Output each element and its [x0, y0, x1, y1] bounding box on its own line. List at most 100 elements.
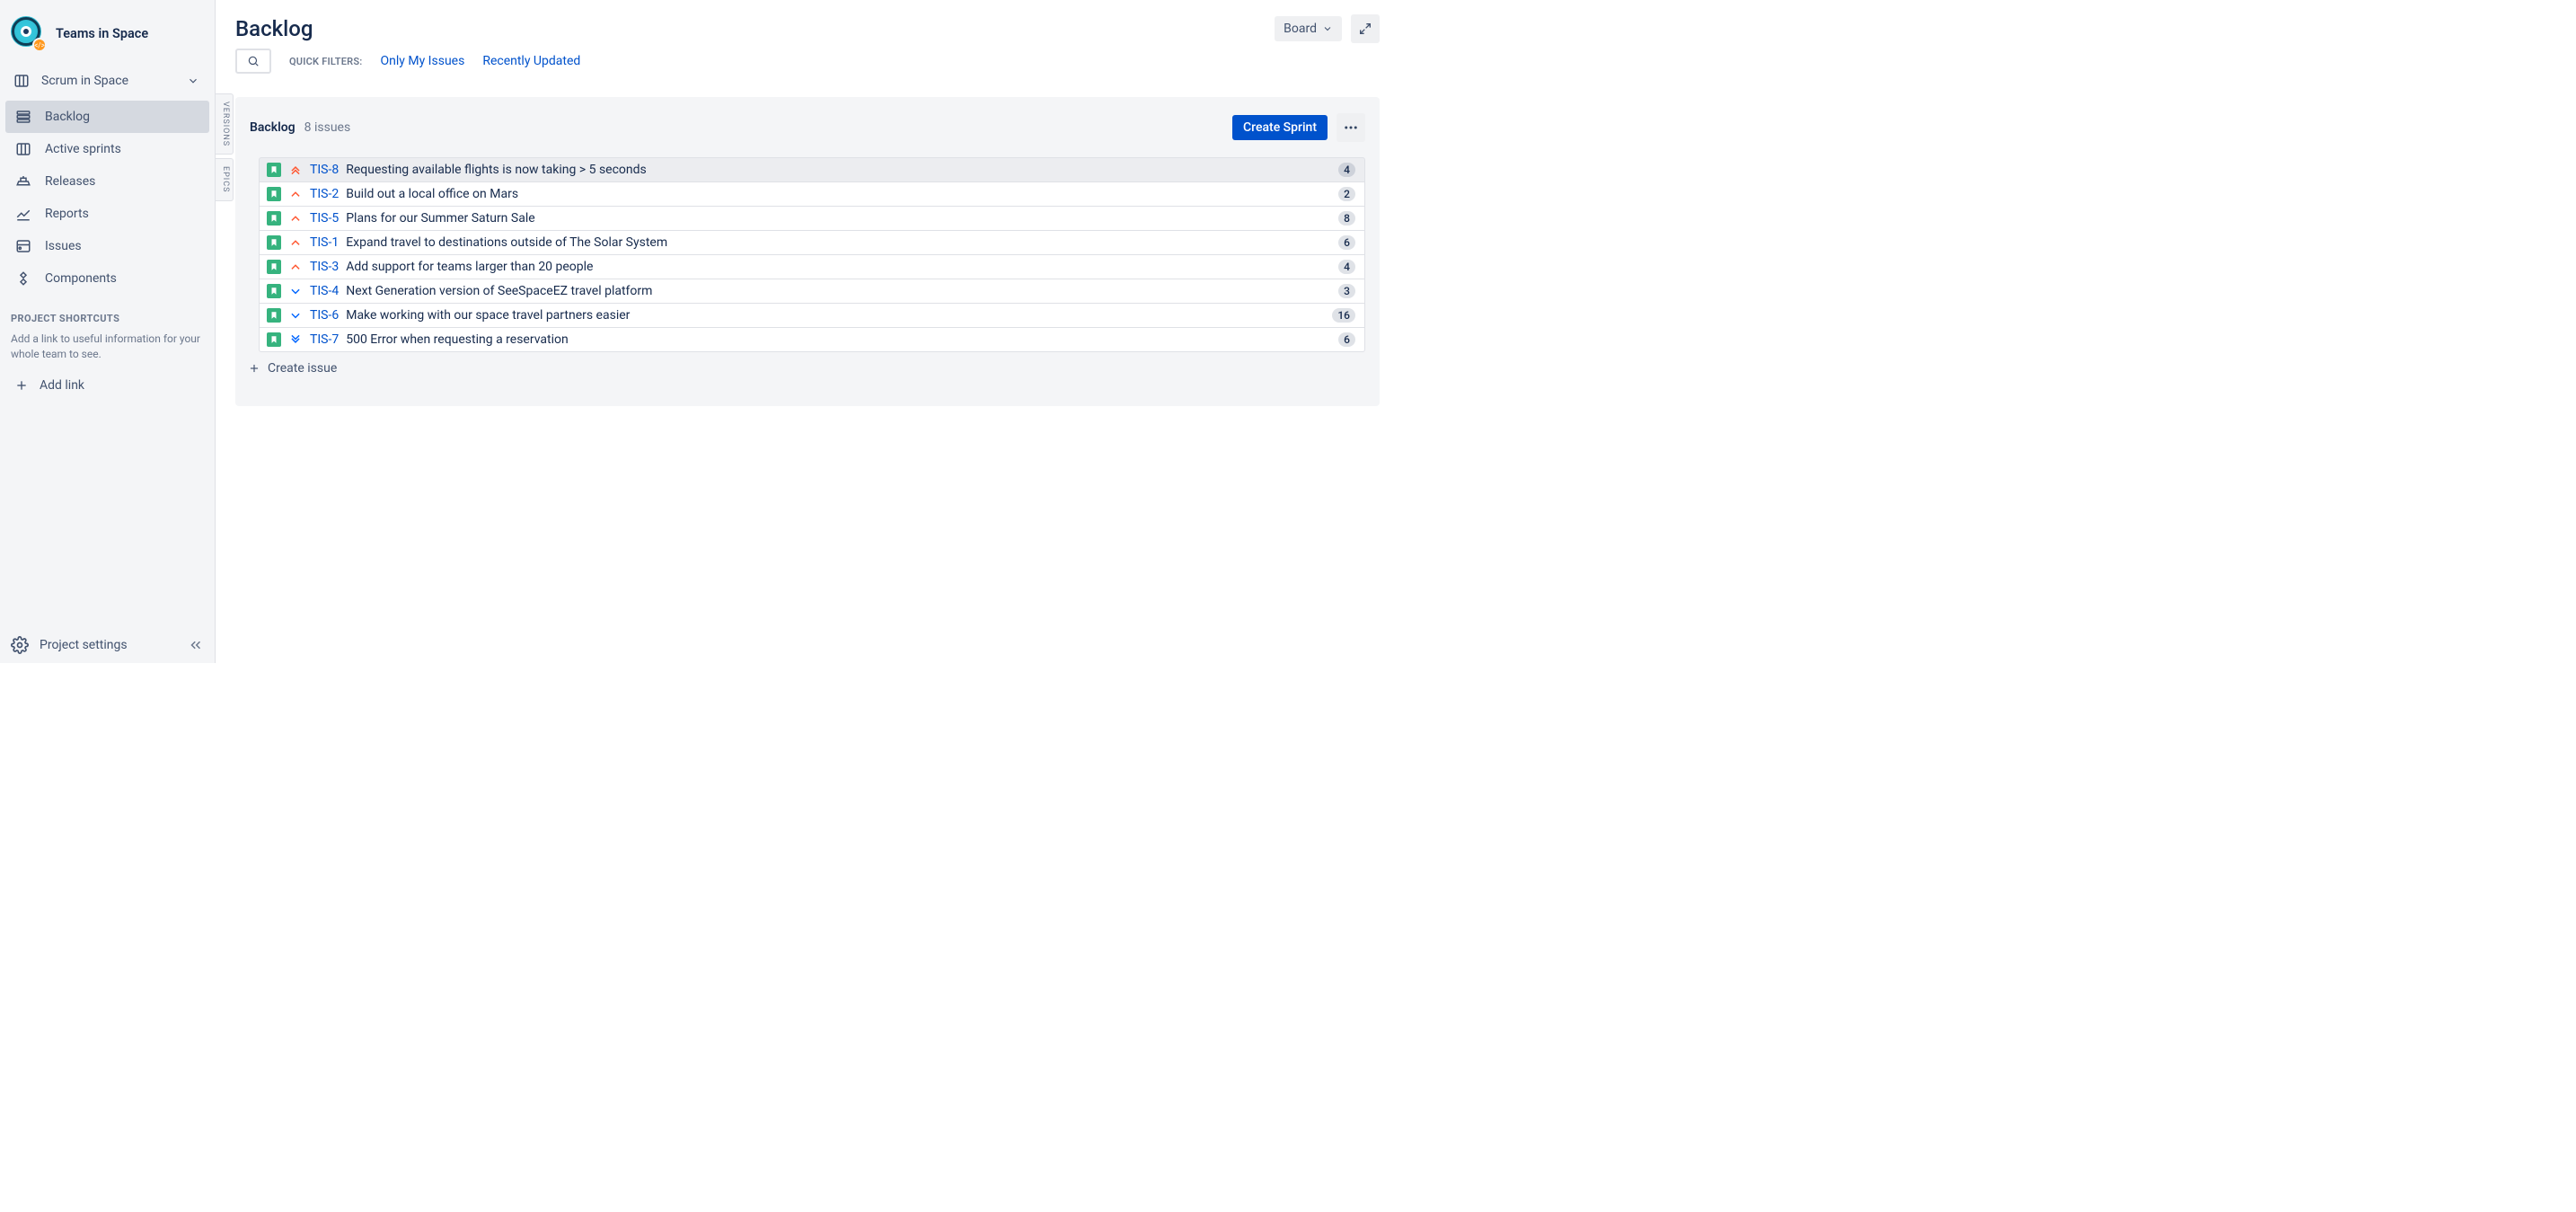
issue-row[interactable]: TIS-8 Requesting available flights is now… — [259, 157, 1365, 182]
issue-estimate: 4 — [1338, 163, 1355, 177]
create-sprint-button[interactable]: Create Sprint — [1232, 115, 1328, 140]
priority-high-icon — [288, 235, 303, 250]
chart-icon — [14, 205, 32, 223]
fullscreen-button[interactable] — [1351, 14, 1380, 43]
more-actions-button[interactable] — [1337, 113, 1365, 142]
board-icon — [13, 72, 31, 90]
add-link-button[interactable]: Add link — [4, 371, 211, 400]
create-issue-button[interactable]: Create issue — [248, 361, 1365, 376]
board-icon — [14, 140, 32, 158]
search-button[interactable] — [235, 49, 271, 74]
issue-row[interactable]: TIS-6 Make working with our space travel … — [259, 303, 1365, 328]
board-switcher[interactable]: Scrum in Space — [0, 63, 215, 99]
issue-summary: Make working with our space travel partn… — [346, 308, 1325, 323]
story-icon — [267, 235, 281, 250]
issue-summary: 500 Error when requesting a reservation — [346, 332, 1331, 347]
nav-label: Issues — [45, 239, 82, 253]
issue-key[interactable]: TIS-4 — [310, 284, 339, 298]
story-icon — [267, 163, 281, 177]
add-link-label: Add link — [40, 378, 84, 393]
backlog-count: 8 issues — [304, 120, 351, 135]
versions-tab[interactable]: VERSIONS — [216, 93, 234, 155]
priority-high-icon — [288, 187, 303, 201]
more-icon — [1343, 119, 1359, 136]
story-icon — [267, 187, 281, 201]
project-settings-link[interactable]: Project settings — [11, 636, 128, 654]
issue-row[interactable]: TIS-7 500 Error when requesting a reserva… — [259, 327, 1365, 352]
issue-row[interactable]: TIS-3 Add support for teams larger than 2… — [259, 254, 1365, 279]
priority-low-icon — [288, 308, 303, 323]
fullscreen-icon — [1358, 22, 1372, 36]
issue-summary: Requesting available flights is now taki… — [346, 163, 1331, 177]
story-icon — [267, 211, 281, 226]
collapse-sidebar-button[interactable] — [188, 637, 204, 653]
issue-summary: Add support for teams larger than 20 peo… — [346, 260, 1331, 274]
software-badge-icon: </> — [32, 38, 47, 52]
sidebar-item-releases[interactable]: Releases — [5, 165, 209, 198]
issue-estimate: 16 — [1332, 308, 1355, 323]
quick-filters-label: QUICK FILTERS: — [289, 56, 363, 67]
vertical-tabs: VERSIONS EPICS — [216, 93, 234, 201]
issue-estimate: 2 — [1338, 187, 1355, 201]
issue-row[interactable]: TIS-2Build out a local office on Mars2 — [259, 181, 1365, 207]
shortcuts-desc: Add a link to useful information for you… — [0, 328, 215, 371]
issue-key[interactable]: TIS-6 — [310, 308, 339, 323]
issue-estimate: 6 — [1338, 235, 1355, 250]
story-icon — [267, 284, 281, 298]
issue-key[interactable]: TIS-5 — [310, 211, 339, 226]
component-icon — [14, 270, 32, 288]
filter-recently-updated[interactable]: Recently Updated — [482, 54, 580, 68]
board-button-label: Board — [1284, 22, 1317, 36]
issue-summary: Expand travel to destinations outside of… — [346, 235, 1331, 250]
sidebar-item-active-sprints[interactable]: Active sprints — [5, 133, 209, 165]
sidebar-item-components[interactable]: Components — [5, 262, 209, 295]
backlog-icon — [14, 108, 32, 126]
issue-list: TIS-8 Requesting available flights is now… — [259, 157, 1365, 352]
gear-icon — [11, 636, 29, 654]
issue-summary: Plans for our Summer Saturn Sale — [346, 211, 1331, 226]
nav-label: Reports — [45, 207, 89, 221]
issue-estimate: 8 — [1338, 211, 1355, 226]
board-name: Scrum in Space — [41, 74, 128, 88]
issue-estimate: 3 — [1338, 284, 1355, 298]
priority-highest-icon — [288, 163, 303, 177]
issue-estimate: 6 — [1338, 332, 1355, 347]
story-icon — [267, 308, 281, 323]
settings-label: Project settings — [40, 638, 128, 652]
plus-icon — [13, 376, 31, 394]
issue-row[interactable]: TIS-4 Next Generation version of SeeSpace… — [259, 279, 1365, 304]
story-icon — [267, 260, 281, 274]
epics-tab[interactable]: EPICS — [216, 158, 234, 200]
priority-high-icon — [288, 260, 303, 274]
sidebar-item-issues[interactable]: Issues — [5, 230, 209, 262]
nav-list: Backlog Active sprints Releases Reports — [0, 99, 215, 296]
sidebar: </> Teams in Space Scrum in Space Backlo… — [0, 0, 216, 663]
sidebar-item-reports[interactable]: Reports — [5, 198, 209, 230]
issues-icon — [14, 237, 32, 255]
priority-high-icon — [288, 211, 303, 226]
issue-estimate: 4 — [1338, 260, 1355, 274]
chevron-down-icon — [1322, 23, 1333, 34]
shortcuts-heading: PROJECT SHORTCUTS — [0, 296, 215, 328]
page-title: Backlog — [235, 16, 313, 41]
nav-label: Active sprints — [45, 142, 121, 156]
issue-key[interactable]: TIS-3 — [310, 260, 339, 274]
sidebar-item-backlog[interactable]: Backlog — [5, 101, 209, 133]
board-view-button[interactable]: Board — [1275, 16, 1342, 41]
nav-label: Components — [45, 271, 117, 286]
backlog-panel: Backlog 8 issues Create Sprint TIS-8 Requ… — [235, 97, 1380, 406]
issue-key[interactable]: TIS-1 — [310, 235, 339, 250]
issue-key[interactable]: TIS-8 — [310, 163, 339, 177]
create-issue-label: Create issue — [268, 361, 337, 376]
issue-key[interactable]: TIS-7 — [310, 332, 339, 347]
issue-row[interactable]: TIS-5 Plans for our Summer Saturn Sale 8 — [259, 206, 1365, 231]
filter-only-my-issues[interactable]: Only My Issues — [381, 54, 465, 68]
project-avatar: </> — [11, 16, 45, 50]
chevron-down-icon — [184, 72, 202, 90]
project-header[interactable]: </> Teams in Space — [0, 11, 215, 63]
search-icon — [247, 55, 260, 67]
backlog-title: Backlog — [250, 120, 296, 135]
issue-summary: Next Generation version of SeeSpaceEZ tr… — [346, 284, 1331, 298]
issue-key[interactable]: TIS-2 — [310, 187, 339, 201]
issue-row[interactable]: TIS-1 Expand travel to destinations outsi… — [259, 230, 1365, 255]
